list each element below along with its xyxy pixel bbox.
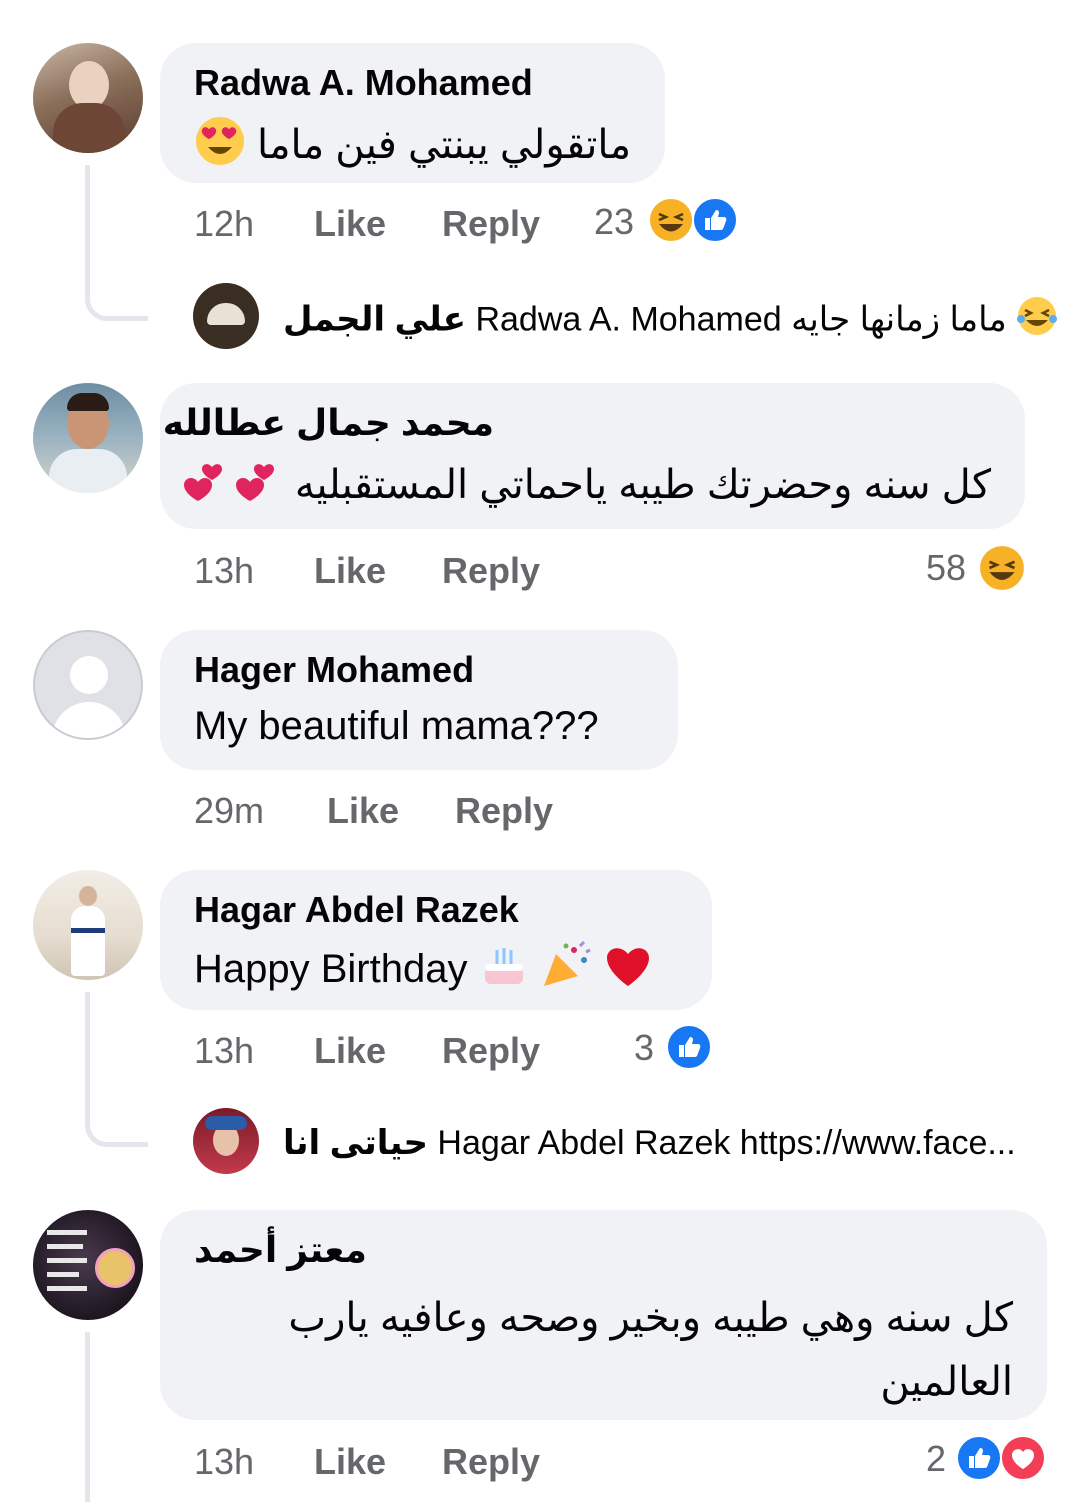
- comment-bubble[interactable]: محمد جمال عطالله كل سنه وحضرتك طيبه ياحم…: [160, 383, 1025, 529]
- reaction-count[interactable]: 3: [634, 1026, 654, 1070]
- two-hearts-emoji-icon: [174, 455, 284, 520]
- birthday-cake-emoji-icon: [479, 940, 529, 1003]
- reply-preview[interactable]: علي الجمل Radwa A. Mohamed ماما زمانها ج…: [283, 295, 1058, 348]
- reaction-count[interactable]: 2: [926, 1437, 946, 1481]
- reaction-count[interactable]: 58: [926, 546, 966, 590]
- comment-text: My beautiful mama???: [194, 704, 599, 748]
- reply-button[interactable]: Reply: [442, 549, 540, 593]
- avatar[interactable]: [33, 870, 143, 980]
- haha-icon[interactable]: [648, 197, 694, 243]
- avatar[interactable]: [193, 1108, 259, 1174]
- like-button[interactable]: Like: [327, 789, 399, 833]
- avatar[interactable]: [33, 43, 143, 153]
- comment-text-body: Happy Birthday: [194, 947, 468, 992]
- comment-bubble[interactable]: Radwa A. Mohamed ماتقولي يبنتي فين ماما: [160, 43, 665, 183]
- comment-bubble[interactable]: معتز أحمد كل سنه وهي طيبه وبخير وصحه وعا…: [160, 1210, 1047, 1420]
- comment-text: Happy Birthday: [194, 940, 678, 1003]
- comment-meta: 29m Like Reply: [194, 789, 754, 833]
- timestamp[interactable]: 13h: [194, 549, 254, 593]
- like-button[interactable]: Like: [314, 1029, 386, 1073]
- timestamp[interactable]: 13h: [194, 1440, 254, 1484]
- comment-author[interactable]: محمد جمال عطالله: [163, 401, 494, 445]
- like-icon[interactable]: [956, 1435, 1002, 1481]
- reply-button[interactable]: Reply: [455, 789, 553, 833]
- comment-author[interactable]: Hager Mohamed: [194, 648, 644, 692]
- comment-meta: 13h Like Reply: [194, 549, 754, 593]
- reply-author[interactable]: حياتى انا: [283, 1124, 428, 1162]
- laughing-tears-emoji-icon: [1016, 295, 1058, 348]
- comment-text: كل سنه وحضرتك طيبه ياحماتي المستقبليه: [183, 455, 991, 520]
- thread-connector: [85, 260, 148, 321]
- thread-connector: [85, 1086, 148, 1147]
- like-button[interactable]: Like: [314, 202, 386, 246]
- avatar[interactable]: [193, 283, 259, 349]
- reply-button[interactable]: Reply: [442, 1440, 540, 1484]
- like-icon[interactable]: [666, 1024, 712, 1070]
- avatar[interactable]: [33, 1210, 143, 1320]
- comment-text-line: كل سنه وهي طيبه وبخير وصحه وعافيه يارب: [288, 1296, 1013, 1340]
- party-popper-emoji-icon: [540, 940, 592, 1003]
- comment-text-line: العالمين: [880, 1360, 1013, 1404]
- like-button[interactable]: Like: [314, 1440, 386, 1484]
- timestamp[interactable]: 29m: [194, 789, 264, 833]
- comment-bubble[interactable]: Hagar Abdel Razek Happy Birthday: [160, 870, 712, 1010]
- comment-author[interactable]: معتز أحمد: [194, 1228, 494, 1272]
- reply-button[interactable]: Reply: [442, 1029, 540, 1073]
- like-button[interactable]: Like: [314, 549, 386, 593]
- avatar[interactable]: [33, 383, 143, 493]
- comment-text-body: ماتقولي يبنتي فين ماما: [256, 123, 631, 168]
- haha-icon[interactable]: [978, 544, 1026, 592]
- reply-button[interactable]: Reply: [442, 202, 540, 246]
- love-icon[interactable]: [1000, 1435, 1046, 1481]
- like-icon[interactable]: [692, 197, 738, 243]
- comment-bubble[interactable]: Hager Mohamed My beautiful mama???: [160, 630, 678, 770]
- comment-text: ماتقولي يبنتي فين ماما: [194, 115, 631, 180]
- reply-text: Radwa A. Mohamed ماما زمانها جايه: [475, 300, 1007, 339]
- comment-meta: 13h Like Reply: [194, 1440, 754, 1484]
- red-heart-emoji-icon: [603, 940, 653, 1003]
- reply-text: Hagar Abdel Razek https://www.face...: [437, 1124, 1016, 1162]
- thread-line: [85, 1332, 90, 1502]
- timestamp[interactable]: 12h: [194, 202, 254, 246]
- heart-eyes-emoji-icon: [194, 115, 246, 180]
- reply-author[interactable]: علي الجمل: [283, 300, 466, 338]
- comment-author[interactable]: Radwa A. Mohamed: [194, 61, 631, 105]
- comment-text-body: كل سنه وحضرتك طيبه ياحماتي المستقبليه: [294, 463, 991, 508]
- comment-author[interactable]: Hagar Abdel Razek: [194, 888, 678, 932]
- timestamp[interactable]: 13h: [194, 1029, 254, 1073]
- reply-preview[interactable]: حياتى انا Hagar Abdel Razek https://www.…: [283, 1121, 1043, 1165]
- reaction-count[interactable]: 23: [594, 200, 634, 244]
- default-avatar-icon[interactable]: [33, 630, 143, 740]
